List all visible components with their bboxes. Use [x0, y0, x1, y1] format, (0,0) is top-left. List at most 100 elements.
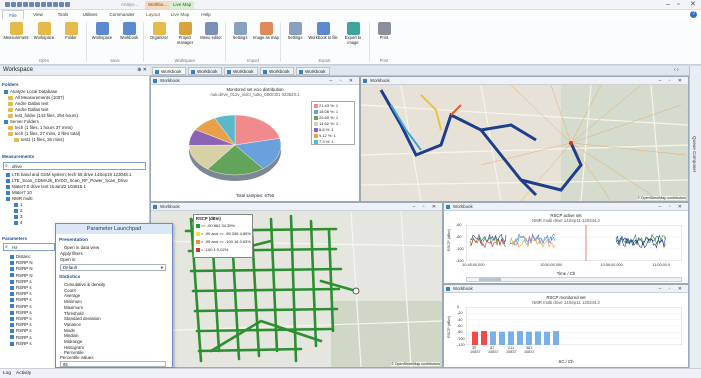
parameter-item[interactable]: RSRP s [10, 341, 32, 347]
doc-tab[interactable]: Workbook [224, 67, 258, 75]
panel-window-buttons[interactable]: – ▫ ✕ [658, 77, 685, 85]
grid-icon[interactable] [41, 2, 46, 7]
print-button[interactable]: Print [371, 22, 397, 54]
map-icon[interactable] [59, 2, 64, 7]
statistics-section[interactable]: Statistics [59, 275, 80, 280]
log-tab[interactable]: Log [3, 371, 11, 376]
measurement-icon [14, 208, 18, 213]
bar[interactable] [472, 331, 478, 345]
panel-window-buttons[interactable]: – ▫ ✕ [329, 77, 356, 85]
doc-tab[interactable]: Workbook [188, 67, 222, 75]
help-icon[interactable]: ? [690, 11, 697, 18]
tab-view[interactable]: View [27, 10, 49, 19]
undo-icon[interactable] [23, 2, 28, 7]
measurement-item[interactable]: 4 [14, 220, 22, 226]
tab-utilities[interactable]: Utilities [77, 10, 103, 19]
queue-composer-tab[interactable]: Queue Composer [692, 136, 697, 172]
parameter-item[interactable]: RSRP N [10, 273, 33, 279]
workspace-pin-close[interactable]: ⊕ ✕ [137, 67, 147, 73]
parameter-item[interactable]: RSRP s [10, 328, 32, 334]
tab-help[interactable]: Help [196, 10, 216, 19]
parameter-item[interactable]: RSRP s [10, 335, 32, 341]
doc-tab[interactable]: Workbook [260, 67, 294, 75]
presentation-section[interactable]: Presentation [59, 238, 88, 243]
panel-window-buttons[interactable]: – ▫ ✕ [658, 285, 685, 293]
bar[interactable] [490, 331, 496, 345]
table-icon[interactable] [47, 2, 52, 7]
open-icon[interactable] [11, 2, 16, 7]
parameter-item[interactable]: RSRP N [10, 266, 33, 272]
open-in-select[interactable]: Default ▾ [60, 264, 166, 271]
measurements-section[interactable]: Measurements [2, 154, 34, 159]
open-measurement-button[interactable]: Measurement [3, 22, 29, 54]
folder-item[interactable]: test1 (1 files, 26 mins) [14, 137, 64, 143]
chart-icon[interactable] [53, 2, 58, 7]
save-workbook-button[interactable]: Workbook [116, 22, 142, 54]
tab-scroll-arrows[interactable]: ‹ › [674, 67, 679, 73]
organizer-button[interactable]: Organizer [146, 22, 172, 54]
map-panel-top: Workbook – ▫ ✕ © OpenStreetMap contributo… [360, 76, 689, 202]
measurement-search-input[interactable]: ⌕ drive [3, 162, 146, 170]
activity-tab[interactable]: Activity [16, 371, 31, 376]
line-chart [466, 225, 682, 261]
menu-editor-button[interactable]: Menu editor [198, 22, 224, 54]
bar[interactable] [517, 331, 523, 345]
bar[interactable] [499, 331, 505, 345]
project-manager-button[interactable]: Project manager [172, 22, 198, 54]
tab-live-map[interactable]: Live Map [167, 10, 193, 19]
tab-commander[interactable]: Commander [106, 10, 138, 19]
chevron-down-icon[interactable] [65, 2, 70, 7]
tab-tools[interactable]: Tools [52, 10, 74, 19]
parameter-item[interactable]: RSRP s [10, 297, 32, 303]
open-folder-button[interactable]: Folder [58, 22, 84, 54]
map-view[interactable]: © OpenStreetMap contributors [361, 85, 688, 201]
panel-window-buttons[interactable]: – ▫ ✕ [658, 203, 685, 211]
doc-tab[interactable]: Workbook [296, 67, 330, 75]
scrollbar-thumb[interactable] [479, 278, 501, 281]
folders-section[interactable]: Folders [2, 82, 19, 87]
minimize-button[interactable]: – [666, 1, 670, 9]
maximize-button[interactable]: ▫ [677, 1, 679, 9]
line-ylabel: RSCP (dBm) [446, 229, 451, 251]
parameter-item[interactable]: RSRP s [10, 322, 32, 328]
bar[interactable] [481, 331, 487, 345]
parameter-item[interactable]: RSRP s [10, 304, 32, 310]
export-settings-button[interactable]: Settings [282, 22, 308, 54]
redo-icon[interactable] [29, 2, 34, 7]
import-settings-button[interactable]: Settings [227, 22, 253, 54]
save-icon[interactable] [17, 2, 22, 7]
bar[interactable] [544, 331, 550, 345]
legend-range: < -100 [201, 247, 214, 252]
workbook-to-file-button[interactable]: Workbook to file [308, 22, 338, 54]
tab-layout[interactable]: Layout [141, 10, 165, 19]
print-icon[interactable] [35, 2, 40, 7]
bar[interactable] [508, 331, 514, 345]
doc-tab[interactable]: Workbook [152, 67, 186, 75]
parameter-item[interactable]: Distanc [10, 254, 31, 260]
measurement-icon [6, 178, 10, 183]
save-workspace-button[interactable]: Workspace [89, 22, 115, 54]
bar[interactable] [553, 331, 559, 345]
parameter-item[interactable]: RSRP s [10, 279, 32, 285]
tab-file[interactable]: File [2, 10, 24, 19]
quick-access-toolbar[interactable] [5, 2, 70, 7]
line-scrollbar[interactable] [466, 277, 682, 282]
parameter-item[interactable]: RSRP s [10, 285, 32, 291]
open-workspace-button[interactable]: Workspace [31, 22, 57, 54]
bar[interactable] [526, 331, 532, 345]
image-as-map-button[interactable]: Image as map [253, 22, 279, 54]
percentile-value-input[interactable]: 85 [60, 361, 166, 367]
close-button[interactable]: ✕ [690, 1, 696, 9]
parameter-label: RSRP s [16, 291, 32, 297]
map-view[interactable]: RSCP (dBm) >= -90 862 34.39% < -90 and >=… [151, 211, 442, 367]
parameter-search-input[interactable]: ⌕ rsr [3, 243, 55, 251]
export-to-image-button[interactable]: Export to image [339, 22, 367, 54]
parameters-section[interactable]: Parameters [2, 236, 27, 241]
parameter-item[interactable]: RSRP N [10, 260, 33, 266]
parameter-item[interactable]: RSRP s [10, 291, 32, 297]
panel-window-buttons[interactable]: – ▫ ✕ [412, 203, 439, 211]
bar[interactable] [535, 331, 541, 345]
parameter-item[interactable]: RSRP s [10, 316, 32, 322]
legend-count: 336 [231, 231, 240, 236]
parameter-item[interactable]: RSRP s [10, 310, 32, 316]
